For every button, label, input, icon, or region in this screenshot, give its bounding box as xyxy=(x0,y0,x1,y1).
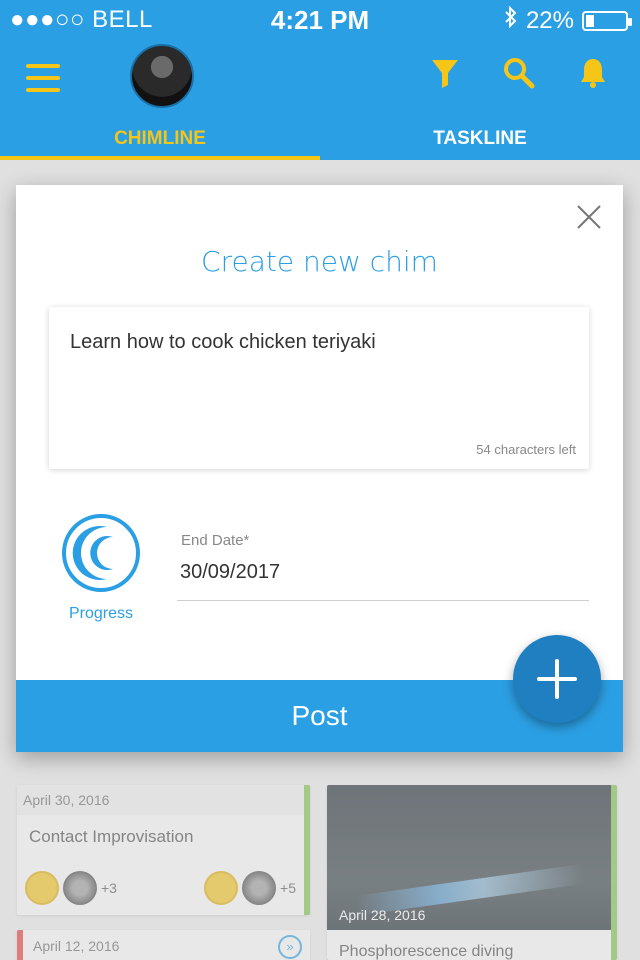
end-date-underline xyxy=(177,600,589,601)
progress-icon[interactable] xyxy=(61,513,141,593)
end-date-label: End Date* xyxy=(181,532,250,549)
chim-text-value: Learn how to cook chicken teriyaki xyxy=(70,331,376,353)
tab-bar: CHIMLINE TASKLINE xyxy=(0,120,640,160)
chim-text-input[interactable]: Learn how to cook chicken teriyaki 54 ch… xyxy=(49,307,589,469)
tab-taskline[interactable]: TASKLINE xyxy=(320,120,640,160)
tab-chimline[interactable]: CHIMLINE xyxy=(0,120,320,160)
battery-icon xyxy=(582,10,632,31)
bluetooth-icon xyxy=(504,5,518,35)
filter-icon[interactable] xyxy=(428,54,462,92)
top-icons xyxy=(428,54,610,92)
bell-icon[interactable] xyxy=(576,54,610,92)
add-button[interactable] xyxy=(513,635,601,723)
dialog-title: Create new chim xyxy=(201,245,438,278)
search-icon[interactable] xyxy=(502,54,536,92)
characters-left: 54 characters left xyxy=(476,442,576,457)
status-bar: ●●●○○ BELL 4:21 PM 22% xyxy=(0,0,640,40)
end-date-field[interactable]: 30/09/2017 xyxy=(180,561,280,584)
close-icon[interactable] xyxy=(575,203,603,231)
progress-label: Progress xyxy=(68,605,134,622)
status-right: 22% xyxy=(504,5,632,35)
menu-icon[interactable] xyxy=(26,64,60,92)
avatar[interactable] xyxy=(130,44,194,108)
app-bar: CHIMLINE TASKLINE xyxy=(0,40,640,160)
battery-percent: 22% xyxy=(525,6,574,34)
